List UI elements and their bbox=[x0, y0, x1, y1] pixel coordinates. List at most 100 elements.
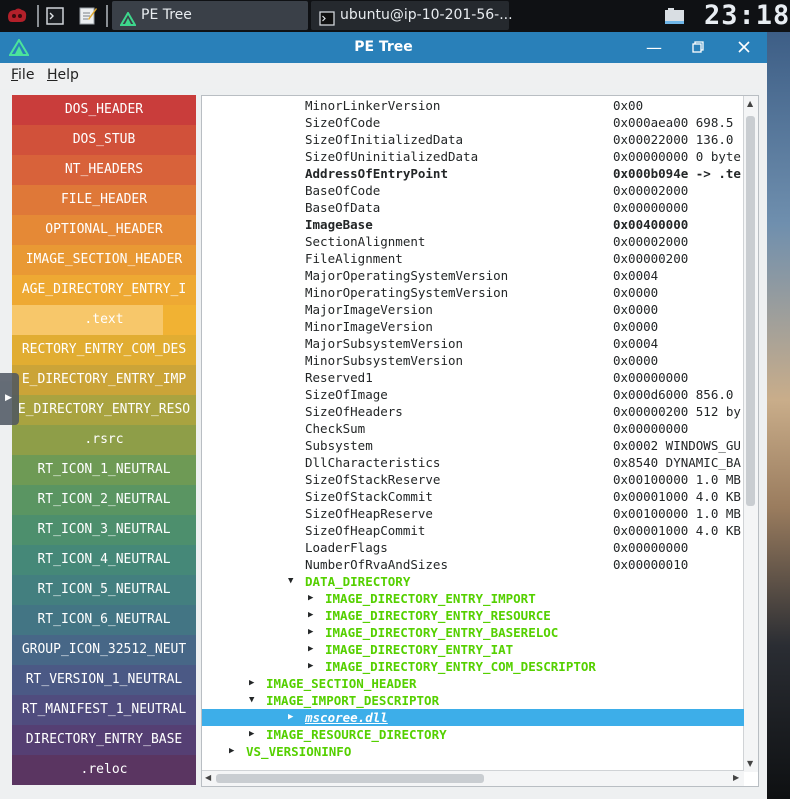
tree-row[interactable]: DllCharacteristics 0x8540 DYNAMIC_BA bbox=[202, 454, 744, 471]
terminal-launcher-icon[interactable] bbox=[46, 7, 64, 29]
sidebar-block[interactable]: RT_ICON_1_NEUTRAL bbox=[12, 455, 196, 485]
horizontal-scroll-thumb[interactable] bbox=[216, 774, 484, 783]
pe-tree-view[interactable]: ▲ ▼ ◀ ▶ MinorLinkerVersion 0x00 SizeOfCode… bbox=[201, 95, 759, 787]
tree-row[interactable]: ▼ DATA_DIRECTORY bbox=[202, 573, 744, 590]
sidebar-block[interactable]: RT_ICON_4_NEUTRAL bbox=[12, 545, 196, 575]
tree-row[interactable]: MinorLinkerVersion 0x00 bbox=[202, 97, 744, 114]
minimize-icon: — bbox=[646, 38, 662, 57]
tree-row[interactable]: SizeOfImage 0x000d6000 856.0 bbox=[202, 386, 744, 403]
tree-row[interactable]: ▶ IMAGE_DIRECTORY_ENTRY_BASERELOC bbox=[202, 624, 744, 641]
tree-row-name: IMAGE_SECTION_HEADER bbox=[266, 675, 417, 691]
app-menu-icon[interactable] bbox=[5, 5, 29, 31]
sidebar-block[interactable]: DIRECTORY_ENTRY_BASE bbox=[12, 725, 196, 755]
scroll-up-icon[interactable]: ▲ bbox=[747, 99, 753, 108]
tree-row[interactable]: SizeOfHeaders 0x00000200 512 by bbox=[202, 403, 744, 420]
tree-row[interactable]: MajorSubsystemVersion 0x0004 bbox=[202, 335, 744, 352]
tree-row[interactable]: AddressOfEntryPoint 0x000b094e -> .te bbox=[202, 165, 744, 182]
sidebar-block[interactable]: RT_ICON_6_NEUTRAL bbox=[12, 605, 196, 635]
close-button[interactable] bbox=[724, 32, 764, 63]
tree-row[interactable]: ▶ IMAGE_DIRECTORY_ENTRY_RESOURCE bbox=[202, 607, 744, 624]
sidebar-block[interactable]: FILE_HEADER bbox=[12, 185, 196, 215]
vertical-scrollbar[interactable]: ▲ ▼ bbox=[743, 96, 758, 772]
tree-row[interactable]: SizeOfStackReserve 0x00100000 1.0 MB bbox=[202, 471, 744, 488]
expanded-arrow-icon[interactable]: ▼ bbox=[249, 692, 254, 709]
collapsed-arrow-icon[interactable]: ▶ bbox=[308, 607, 313, 624]
text-editor-launcher-icon[interactable] bbox=[78, 5, 98, 29]
sidebar-block[interactable]: AGE_DIRECTORY_ENTRY_I bbox=[12, 275, 196, 305]
collapsed-arrow-icon[interactable]: ▶ bbox=[308, 624, 313, 641]
tree-row[interactable]: SizeOfInitializedData 0x00022000 136.0 bbox=[202, 131, 744, 148]
tree-row[interactable]: MajorImageVersion 0x0000 bbox=[202, 301, 744, 318]
collapsed-arrow-icon[interactable]: ▶ bbox=[229, 743, 234, 760]
tree-row[interactable]: ▶ IMAGE_DIRECTORY_ENTRY_IMPORT bbox=[202, 590, 744, 607]
tree-row[interactable]: ImageBase 0x00400000 bbox=[202, 216, 744, 233]
sidebar-block[interactable]: IMAGE_SECTION_HEADER bbox=[12, 245, 196, 275]
battery-icon[interactable] bbox=[664, 8, 686, 28]
collapsed-arrow-icon[interactable]: ▶ bbox=[249, 726, 254, 743]
tree-row[interactable]: ▶ IMAGE_DIRECTORY_ENTRY_COM_DESCRIPTOR bbox=[202, 658, 744, 675]
tree-row[interactable]: MajorOperatingSystemVersion 0x0004 bbox=[202, 267, 744, 284]
sidebar-block[interactable]: GROUP_ICON_32512_NEUT bbox=[12, 635, 196, 665]
sidebar-block[interactable]: NT_HEADERS bbox=[12, 155, 196, 185]
tree-row-selected[interactable]: ▶ mscoree.dll bbox=[202, 708, 744, 726]
sidebar-block[interactable]: RT_ICON_2_NEUTRAL bbox=[12, 485, 196, 515]
tree-row[interactable]: BaseOfCode 0x00002000 bbox=[202, 182, 744, 199]
tree-row[interactable]: CheckSum 0x00000000 bbox=[202, 420, 744, 437]
horizontal-scrollbar[interactable]: ◀ ▶ bbox=[202, 770, 744, 786]
menu-file[interactable]: File bbox=[11, 67, 34, 83]
tree-row[interactable]: SizeOfHeapReserve 0x00100000 1.0 MB bbox=[202, 505, 744, 522]
taskbar-task-terminal[interactable]: ubuntu@ip-10-201-56-... bbox=[311, 1, 513, 30]
sidebar-block[interactable]: RT_ICON_3_NEUTRAL bbox=[12, 515, 196, 545]
collapsed-arrow-icon[interactable]: ▶ bbox=[308, 641, 313, 658]
tree-row[interactable]: ▶ VS_VERSIONINFO bbox=[202, 743, 744, 760]
sidebar-block[interactable]: RT_VERSION_1_NEUTRAL bbox=[12, 665, 196, 695]
tree-row[interactable]: Subsystem 0x0002 WINDOWS_GU bbox=[202, 437, 744, 454]
taskbar-clock[interactable]: 23:18 bbox=[704, 1, 790, 31]
scroll-down-icon[interactable]: ▼ bbox=[747, 759, 753, 768]
minimize-button[interactable]: — bbox=[634, 32, 674, 63]
collapsed-arrow-icon[interactable]: ▶ bbox=[249, 675, 254, 692]
sidebar-block[interactable]: RT_ICON_5_NEUTRAL bbox=[12, 575, 196, 605]
tree-row[interactable]: ▶ IMAGE_SECTION_HEADER bbox=[202, 675, 744, 692]
sidebar-block[interactable]: DOS_STUB bbox=[12, 125, 196, 155]
expanded-arrow-icon[interactable]: ▼ bbox=[288, 573, 293, 590]
tree-row[interactable]: LoaderFlags 0x00000000 bbox=[202, 539, 744, 556]
maximize-button[interactable] bbox=[678, 32, 718, 63]
tree-row[interactable]: MinorImageVersion 0x0000 bbox=[202, 318, 744, 335]
tree-row[interactable]: ▶ IMAGE_DIRECTORY_ENTRY_IAT bbox=[202, 641, 744, 658]
window-titlebar[interactable]: PE Tree — bbox=[0, 32, 767, 63]
menu-help[interactable]: Help bbox=[47, 67, 79, 83]
sidebar-collapse-handle[interactable]: ▶ bbox=[0, 373, 19, 425]
sidebar-block[interactable]: E_DIRECTORY_ENTRY_RESO bbox=[12, 395, 196, 425]
tree-row[interactable]: SizeOfCode 0x000aea00 698.5 bbox=[202, 114, 744, 131]
sidebar-block[interactable]: RECTORY_ENTRY_COM_DES bbox=[12, 335, 196, 365]
tree-row[interactable]: FileAlignment 0x00000200 bbox=[202, 250, 744, 267]
tree-row[interactable]: ▼ IMAGE_IMPORT_DESCRIPTOR bbox=[202, 692, 744, 709]
scroll-left-icon[interactable]: ◀ bbox=[205, 773, 211, 782]
sidebar-block[interactable]: .reloc bbox=[12, 755, 196, 785]
sidebar-block[interactable]: E_DIRECTORY_ENTRY_IMP bbox=[12, 365, 196, 395]
tree-row[interactable]: MinorOperatingSystemVersion 0x0000 bbox=[202, 284, 744, 301]
vertical-scroll-thumb[interactable] bbox=[746, 116, 755, 506]
collapsed-arrow-icon[interactable]: ▶ bbox=[308, 658, 313, 675]
tree-row[interactable]: SizeOfUninitializedData 0x00000000 0 byte bbox=[202, 148, 744, 165]
collapsed-arrow-icon[interactable]: ▶ bbox=[308, 590, 313, 607]
sidebar-block[interactable]: .text bbox=[12, 305, 196, 335]
pe-map-sidebar: DOS_HEADER DOS_STUB NT_HEADERS FILE_HEADER O… bbox=[12, 95, 196, 787]
tree-row-name: DllCharacteristics bbox=[305, 454, 441, 470]
tree-row[interactable]: BaseOfData 0x00000000 bbox=[202, 199, 744, 216]
sidebar-block[interactable]: DOS_HEADER bbox=[12, 95, 196, 125]
scroll-right-icon[interactable]: ▶ bbox=[733, 773, 739, 782]
collapsed-arrow-icon[interactable]: ▶ bbox=[288, 709, 293, 726]
tree-row[interactable]: Reserved1 0x00000000 bbox=[202, 369, 744, 386]
taskbar-task-pe-tree[interactable]: PE Tree bbox=[112, 1, 308, 30]
tree-row[interactable]: SizeOfHeapCommit 0x00001000 4.0 KB bbox=[202, 522, 744, 539]
sidebar-block[interactable]: .rsrc bbox=[12, 425, 196, 455]
sidebar-block[interactable]: OPTIONAL_HEADER bbox=[12, 215, 196, 245]
tree-row[interactable]: NumberOfRvaAndSizes 0x00000010 bbox=[202, 556, 744, 573]
tree-row[interactable]: MinorSubsystemVersion 0x0000 bbox=[202, 352, 744, 369]
tree-row[interactable]: ▶ IMAGE_RESOURCE_DIRECTORY bbox=[202, 726, 744, 743]
sidebar-block[interactable]: RT_MANIFEST_1_NEUTRAL bbox=[12, 695, 196, 725]
tree-row[interactable]: SectionAlignment 0x00002000 bbox=[202, 233, 744, 250]
tree-row[interactable]: SizeOfStackCommit 0x00001000 4.0 KB bbox=[202, 488, 744, 505]
